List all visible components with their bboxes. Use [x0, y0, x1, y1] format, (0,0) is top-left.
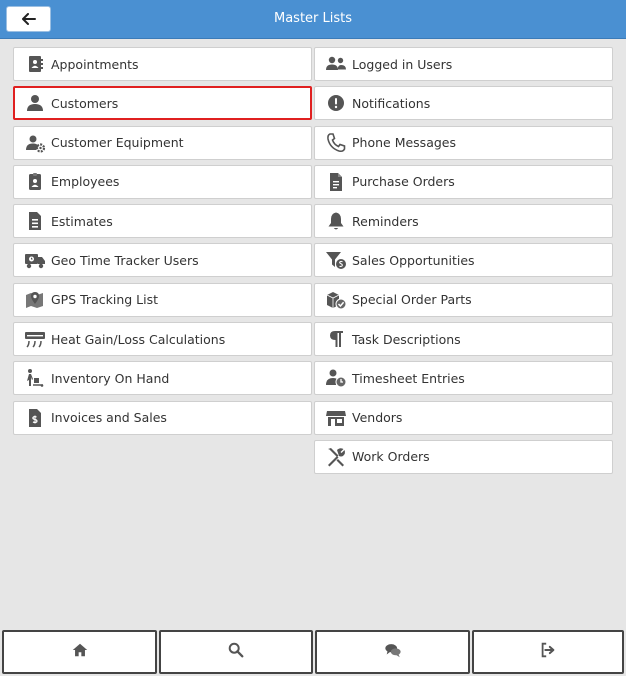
list-item-label: Timesheet Entries [352, 370, 465, 386]
appointments-icon [24, 53, 46, 75]
purchase-order-icon [325, 171, 347, 193]
list-item-phone-messages[interactable]: Phone Messages [314, 125, 613, 160]
inventory-icon [24, 367, 46, 389]
chat-button[interactable] [315, 630, 470, 674]
search-button[interactable] [159, 630, 313, 674]
list-item-sales-opportunities[interactable]: Sales Opportunities [314, 243, 613, 278]
list-item-label: Vendors [352, 410, 403, 426]
list-item-label: Estimates [51, 213, 113, 229]
list-item-estimates[interactable]: Estimates [13, 204, 312, 239]
list-item-label: Customer Equipment [51, 135, 184, 151]
list-item-label: Heat Gain/Loss Calculations [51, 331, 226, 347]
list-item-inventory-on-hand[interactable]: Inventory On Hand [13, 361, 312, 396]
list-item-invoices-and-sales[interactable]: Invoices and Sales [13, 400, 312, 435]
funnel-dollar-icon [325, 249, 347, 271]
box-check-icon [325, 289, 347, 311]
list-item-purchase-orders[interactable]: Purchase Orders [314, 164, 613, 199]
list-item-customer-equipment[interactable]: Customer Equipment [13, 125, 312, 160]
list-item-task-descriptions[interactable]: Task Descriptions [314, 322, 613, 357]
hvac-icon [24, 328, 46, 350]
list-item-gps-tracking-list[interactable]: GPS Tracking List [13, 282, 312, 317]
list-item-label: Work Orders [352, 449, 430, 465]
list-item-vendors[interactable]: Vendors [314, 400, 613, 435]
list-item-label: Purchase Orders [352, 174, 455, 190]
bell-icon [325, 210, 347, 232]
user-clock-icon [325, 367, 347, 389]
list-item-label: Appointments [51, 56, 139, 72]
chat-icon [384, 641, 402, 663]
list-item-label: Customers [51, 95, 119, 111]
exclamation-icon [325, 92, 347, 114]
sign-out-icon [539, 641, 557, 663]
estimate-icon [24, 210, 46, 232]
list-item-label: Special Order Parts [352, 292, 472, 308]
list-item-timesheet-entries[interactable]: Timesheet Entries [314, 361, 613, 396]
list-item-special-order-parts[interactable]: Special Order Parts [314, 282, 613, 317]
invoice-icon [24, 407, 46, 429]
list-item-label: Logged in Users [352, 56, 453, 72]
page-title: Master Lists [273, 11, 353, 26]
list-item-notifications[interactable]: Notifications [314, 86, 613, 121]
list-item-label: Phone Messages [352, 135, 456, 151]
list-item-label: Sales Opportunities [352, 252, 475, 268]
list-item-reminders[interactable]: Reminders [314, 204, 613, 239]
list-item-label: GPS Tracking List [51, 292, 158, 308]
customer-icon [24, 92, 46, 114]
list-item-employees[interactable]: Employees [13, 164, 312, 199]
tools-icon [325, 446, 347, 468]
list-item-label: Employees [51, 174, 120, 190]
list-item-label: Geo Time Tracker Users [51, 252, 199, 268]
home-icon [71, 641, 89, 663]
left-column: Appointments Customers Customer Equipment E… [13, 47, 312, 440]
list-item-geo-time-tracker-users[interactable]: Geo Time Tracker Users [13, 243, 312, 278]
list-item-label: Inventory On Hand [51, 370, 170, 386]
bottom-nav [0, 628, 626, 676]
title-bar: Master Lists [0, 0, 626, 39]
list-item-label: Invoices and Sales [51, 410, 167, 426]
customer-equipment-icon [24, 132, 46, 154]
sign-out-button[interactable] [472, 630, 624, 674]
store-icon [325, 407, 347, 429]
list-item-heat-gain-loss-calculations[interactable]: Heat Gain/Loss Calculations [13, 322, 312, 357]
list-item-customers[interactable]: Customers [13, 86, 312, 121]
list-item-label: Notifications [352, 95, 431, 111]
geo-tracker-icon [24, 249, 46, 271]
right-column: Logged in Users Notifications Phone Messag… [314, 47, 613, 479]
home-button[interactable] [2, 630, 157, 674]
paragraph-icon [325, 328, 347, 350]
list-item-appointments[interactable]: Appointments [13, 47, 312, 81]
gps-map-icon [24, 289, 46, 311]
list-item-label: Task Descriptions [352, 331, 461, 347]
users-icon [325, 53, 347, 75]
list-item-logged-in-users[interactable]: Logged in Users [314, 47, 613, 81]
list-item-work-orders[interactable]: Work Orders [314, 439, 613, 474]
employee-icon [24, 171, 46, 193]
list-item-label: Reminders [352, 213, 419, 229]
search-icon [227, 641, 245, 663]
phone-icon [325, 132, 347, 154]
